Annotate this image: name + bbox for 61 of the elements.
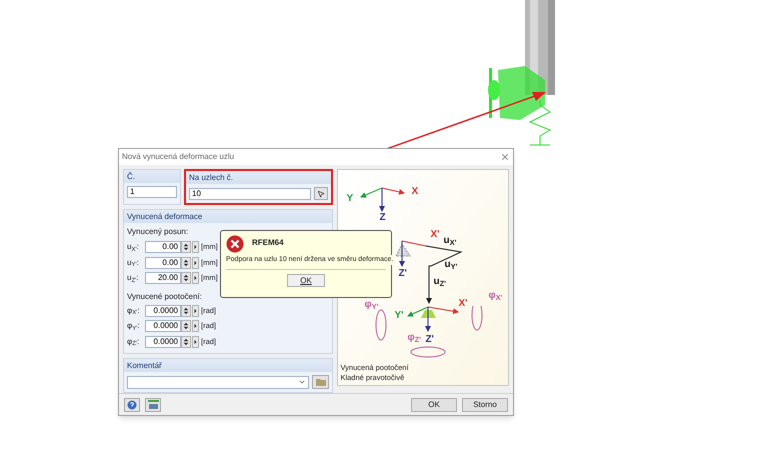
pick-node-button[interactable] — [314, 187, 328, 200]
axis-label: φ$_{Z'}$ — [407, 333, 421, 344]
cursor-icon — [317, 190, 326, 198]
error-icon — [226, 235, 244, 253]
number-field[interactable]: 20.00 — [145, 272, 181, 284]
spin-buttons[interactable] — [181, 320, 191, 332]
field-label: φ$_{Z'}$: — [127, 336, 140, 348]
dialog-button[interactable]: Storno — [462, 398, 508, 412]
spin-buttons[interactable] — [181, 304, 191, 316]
close-icon[interactable] — [500, 152, 510, 162]
axis-label: X' — [458, 299, 468, 310]
folder-icon — [316, 378, 326, 386]
field-label: u$_{Z'}$: — [127, 272, 140, 284]
displacement-path-drawing — [395, 238, 466, 306]
arrow-right-icon[interactable] — [192, 336, 199, 348]
help-icon — [127, 400, 137, 410]
axis-label: Y' — [394, 311, 404, 322]
number-field[interactable]: 0.00 — [145, 256, 181, 268]
number-field[interactable]: 1 — [127, 186, 177, 198]
arrow-right-icon[interactable] — [192, 304, 199, 316]
field-label: φ$_{X'}$: — [127, 304, 141, 316]
group-title: Č. — [124, 170, 180, 184]
spin-buttons[interactable] — [181, 256, 191, 268]
dialog-button[interactable]: OK — [411, 398, 457, 412]
axis-label: φ$_{Y'}$ — [364, 300, 378, 310]
axis-label: Z' — [398, 269, 407, 280]
group-title: Na uzlech č. — [186, 171, 332, 184]
spin-buttons[interactable] — [181, 241, 191, 253]
number-field[interactable]: 0.0000 — [145, 320, 181, 332]
field-label: u$_{X'}$: — [127, 241, 140, 253]
nodes-field[interactable]: 10 — [189, 188, 312, 200]
axis-label: Z — [379, 213, 386, 224]
axis-label: u$_{X'}$ — [443, 236, 456, 246]
number-field[interactable]: 0.00 — [145, 241, 181, 253]
group-title: Vynucená deformace — [124, 210, 332, 224]
arrow-right-icon[interactable] — [192, 272, 199, 284]
axis-label: φ$_{X'}$ — [488, 291, 502, 302]
axis-label: u$_{Y'}$ — [444, 260, 458, 270]
ok-button[interactable]: OK — [287, 274, 325, 287]
section-label: Vynucený posun: — [127, 226, 190, 238]
units-icon — [148, 400, 158, 410]
field-label: u$_{Y'}$: — [127, 256, 140, 268]
axis-label: Y — [346, 194, 354, 204]
window-title: Nová vynucená deformace uzlu — [122, 151, 234, 164]
spin-buttons[interactable] — [181, 336, 191, 348]
axis-label: u$_{Z'}$ — [433, 277, 446, 288]
units-button[interactable] — [145, 398, 161, 412]
axis-label: Z' — [425, 335, 434, 346]
number-field[interactable]: 0.0000 — [145, 336, 181, 348]
number-field[interactable]: 0.0000 — [145, 304, 181, 316]
help-button[interactable] — [124, 398, 140, 412]
group-title: Komentář — [124, 359, 332, 372]
axis-label: X' — [430, 230, 440, 240]
field-label: φ$_{Y'}$: — [127, 320, 141, 332]
section-label: Vynucené pootočení: — [127, 290, 203, 303]
arrow-right-icon[interactable] — [192, 256, 199, 268]
arrow-right-icon[interactable] — [192, 241, 199, 253]
axis-label: X — [411, 187, 418, 198]
spin-buttons[interactable] — [181, 272, 191, 284]
error-title: RFEM64 — [252, 237, 284, 249]
arrow-right-icon[interactable] — [192, 320, 199, 332]
